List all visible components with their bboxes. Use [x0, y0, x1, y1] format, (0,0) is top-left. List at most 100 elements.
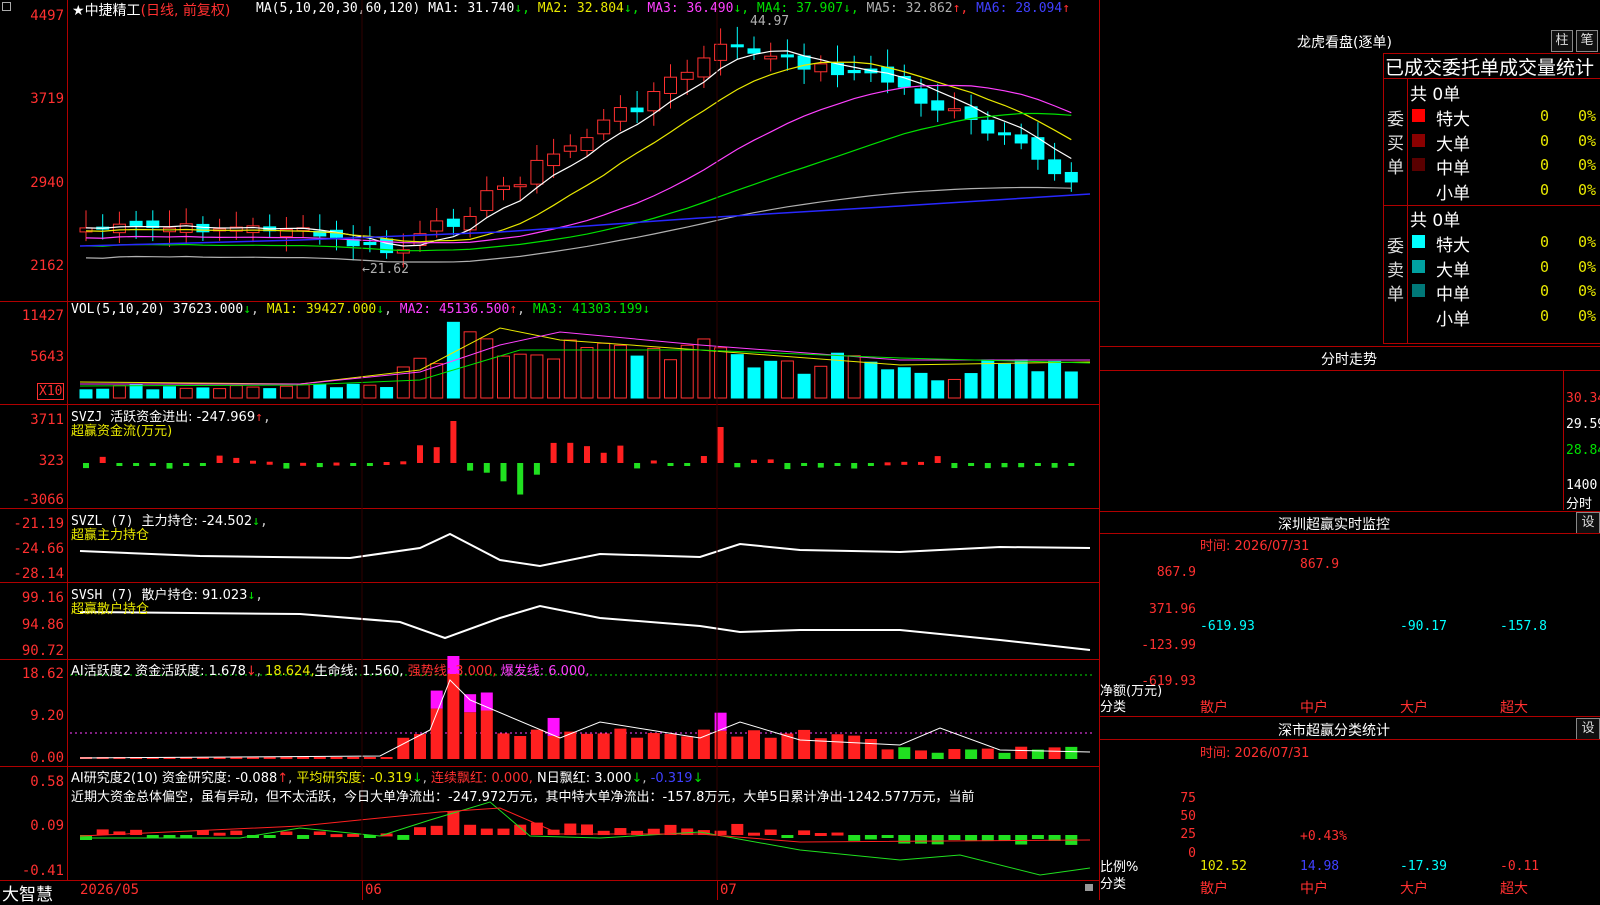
activity-bar — [447, 674, 460, 759]
sz-settings-button[interactable]: 设 — [1576, 512, 1600, 534]
volume-bar — [513, 353, 527, 399]
date-06: 06 — [365, 882, 382, 898]
ss-top-border — [1099, 716, 1600, 717]
research-bar — [564, 823, 577, 835]
tick-mode-button[interactable]: 笔 — [1576, 30, 1598, 52]
research-bar — [280, 831, 293, 835]
activity-bar — [681, 736, 694, 759]
volume-bar — [914, 372, 928, 399]
sz-tick: 867.9 — [1156, 565, 1196, 580]
sell-side-label: 委卖单 — [1387, 237, 1404, 305]
candle-body — [931, 100, 945, 111]
volume-bar — [613, 344, 627, 399]
volume-bar — [246, 386, 260, 399]
svsh-subtitle: 超赢散户持仓 — [71, 602, 150, 617]
volume-bar — [597, 342, 611, 399]
sz-cat-mid: 中户 — [1300, 700, 1328, 716]
volume-bar — [96, 388, 110, 399]
fund-flow-bar — [1068, 463, 1075, 466]
svzl-subtitle: 超赢主力持仓 — [71, 528, 150, 543]
fund-flow-bar — [851, 463, 858, 469]
order-percent: 0% — [1578, 180, 1597, 199]
volume-bar — [196, 387, 210, 399]
activity-bar — [731, 736, 744, 759]
ss-cat-mid: 中户 — [1300, 881, 1328, 897]
sz-cat-retail: 散户 — [1200, 700, 1228, 716]
activity-bar — [981, 748, 994, 759]
ss-settings-button[interactable]: 设 — [1576, 718, 1600, 740]
sz-sep — [1099, 533, 1600, 534]
candle-body — [780, 54, 794, 58]
fs-vol-label: 分时 — [1566, 497, 1593, 512]
fund-flow-bar — [918, 461, 924, 465]
fund-flow-bar — [450, 421, 457, 463]
candle-body — [480, 190, 494, 211]
sz-cat-super: 超大 — [1500, 700, 1528, 716]
volume-bar — [229, 385, 243, 399]
research-bar — [263, 835, 276, 838]
legend-swatch — [1412, 158, 1425, 171]
fund-flow-bar — [233, 457, 240, 463]
candle-body — [998, 132, 1011, 136]
volume-bar — [931, 380, 945, 399]
research-bar — [714, 830, 727, 835]
volume-bar — [714, 347, 728, 399]
bar-mode-button[interactable]: 柱 — [1551, 30, 1573, 52]
ai1-tick: 9.20 — [30, 708, 64, 724]
volume-bar — [580, 347, 594, 399]
volume-bar — [430, 363, 444, 399]
ss-tick: 75 — [1180, 791, 1196, 806]
research-bar — [230, 830, 243, 835]
legend-swatch — [1412, 284, 1425, 297]
sz-cat-large: 大户 — [1400, 700, 1428, 716]
ai2-tick: -0.41 — [21, 863, 64, 879]
fund-flow-bar — [901, 461, 908, 465]
fund-flow-bar — [350, 463, 357, 466]
ss-cat-large: 大户 — [1400, 881, 1428, 897]
ma-line — [85, 50, 1072, 247]
ss-time: 时间: 2026/07/31 — [1200, 746, 1310, 761]
activity-bar — [1048, 747, 1061, 759]
research-bar — [915, 835, 927, 844]
fund-flow-bar — [650, 460, 657, 464]
main-chart-canvas[interactable] — [0, 0, 1100, 900]
svzl-tick: -24.66 — [13, 541, 64, 557]
sz-tick: 371.96 — [1149, 602, 1196, 617]
ss-extra-pct: +0.43% — [1300, 829, 1347, 844]
activity-bar — [898, 747, 911, 759]
ss-val-super: -0.11 — [1500, 859, 1540, 874]
fund-flow-bar — [517, 463, 524, 495]
volume-bar — [630, 355, 644, 399]
ss-xlabel: 分类 — [1100, 877, 1127, 892]
ss-tick: 25 — [1180, 827, 1196, 842]
activity-bar — [998, 752, 1011, 759]
activity-bar — [764, 737, 777, 759]
candle-body — [547, 153, 561, 167]
lhb-left-border — [1383, 53, 1384, 343]
research-bar — [297, 835, 310, 839]
fund-flow-bar — [717, 427, 724, 463]
xaxis-tick — [717, 880, 718, 900]
order-percent: 0% — [1578, 306, 1597, 325]
fund-flow-bar — [149, 463, 156, 466]
activity-bar — [363, 757, 376, 759]
volume-bar — [79, 389, 93, 399]
volume-bar — [179, 387, 193, 399]
volume-bar — [964, 373, 978, 399]
vol-tick: 5643 — [30, 349, 64, 365]
sz-val-retail: -619.93 — [1200, 619, 1255, 634]
ma-line — [85, 84, 1072, 244]
candle-body — [446, 218, 460, 227]
research-bar — [130, 829, 143, 835]
research-bar — [814, 833, 827, 837]
research-bar — [430, 825, 443, 835]
research-bar — [731, 823, 744, 835]
research-bar — [965, 835, 978, 841]
fund-flow-bar — [984, 463, 991, 469]
order-size-label: 小单 — [1436, 183, 1470, 204]
volume-bar — [530, 354, 544, 399]
fund-flow-bar — [867, 463, 874, 466]
candle-body — [764, 55, 778, 60]
lock-icon[interactable] — [1085, 884, 1093, 891]
volume-bar — [380, 387, 394, 399]
